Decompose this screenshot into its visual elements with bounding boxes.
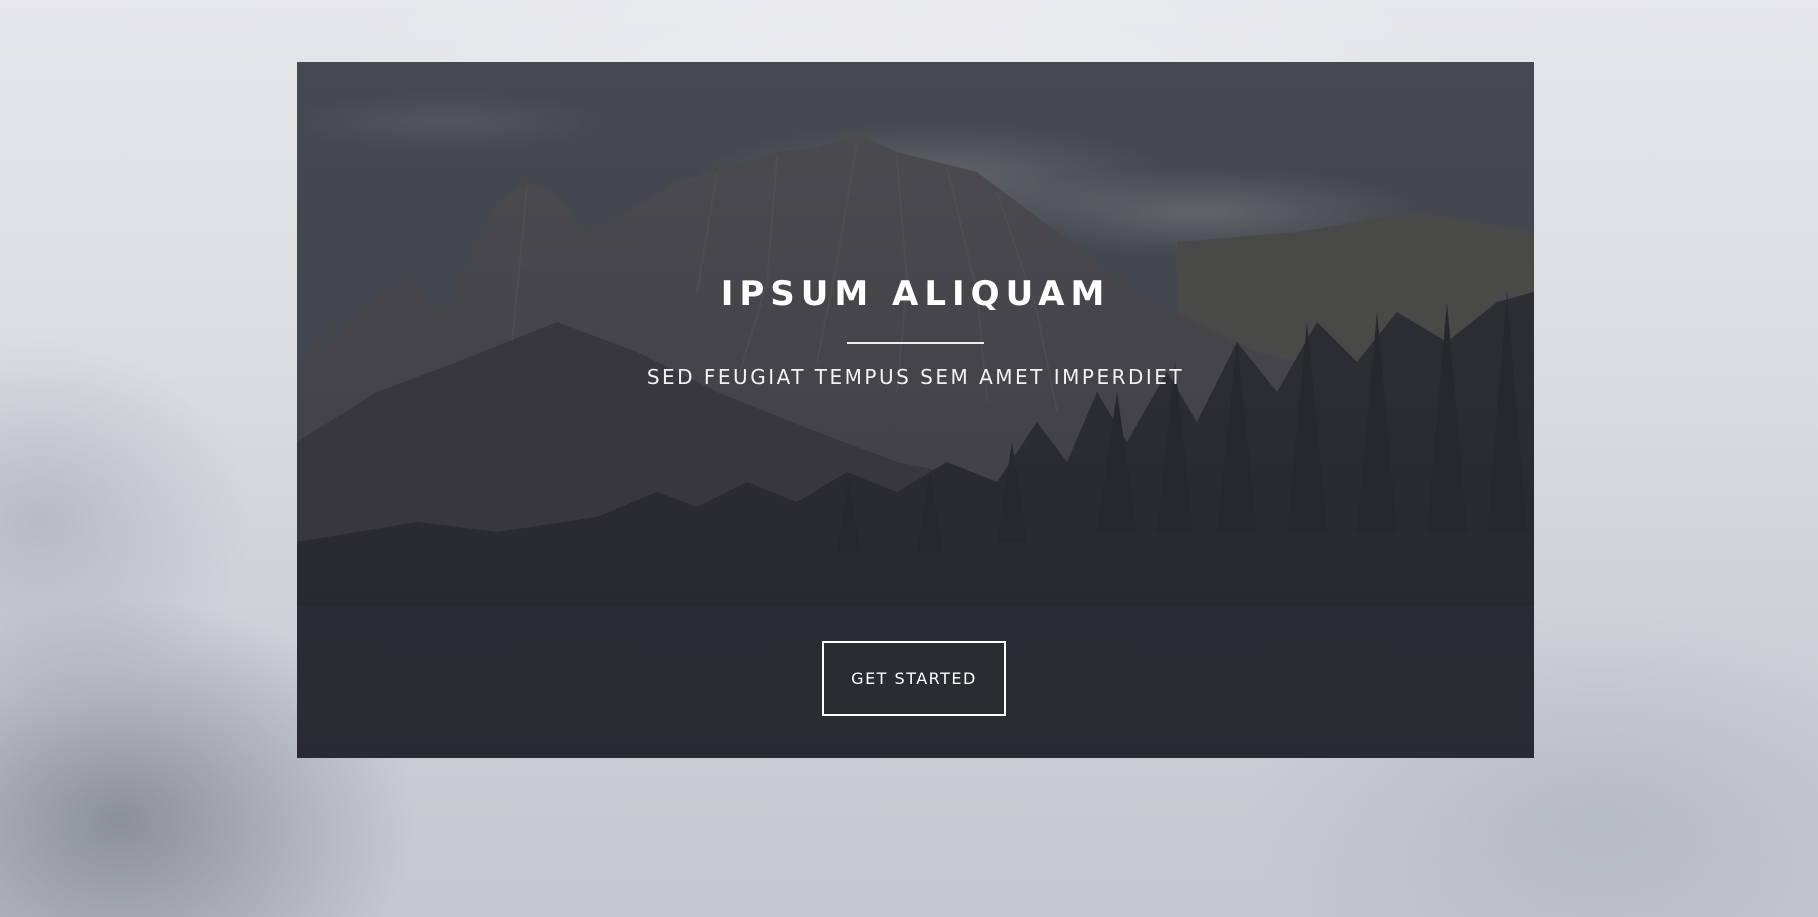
- title-divider: [847, 342, 984, 344]
- hero-banner: IPSUM ALIQUAM SED FEUGIAT TEMPUS SEM AME…: [297, 62, 1534, 758]
- hero-subtitle: SED FEUGIAT TEMPUS SEM AMET IMPERDIET: [646, 365, 1185, 389]
- hero-title: IPSUM ALIQUAM: [720, 274, 1111, 314]
- hero-content: IPSUM ALIQUAM SED FEUGIAT TEMPUS SEM AME…: [297, 62, 1534, 606]
- hero-action-bar: GET STARTED: [297, 606, 1534, 758]
- get-started-button[interactable]: GET STARTED: [822, 641, 1006, 716]
